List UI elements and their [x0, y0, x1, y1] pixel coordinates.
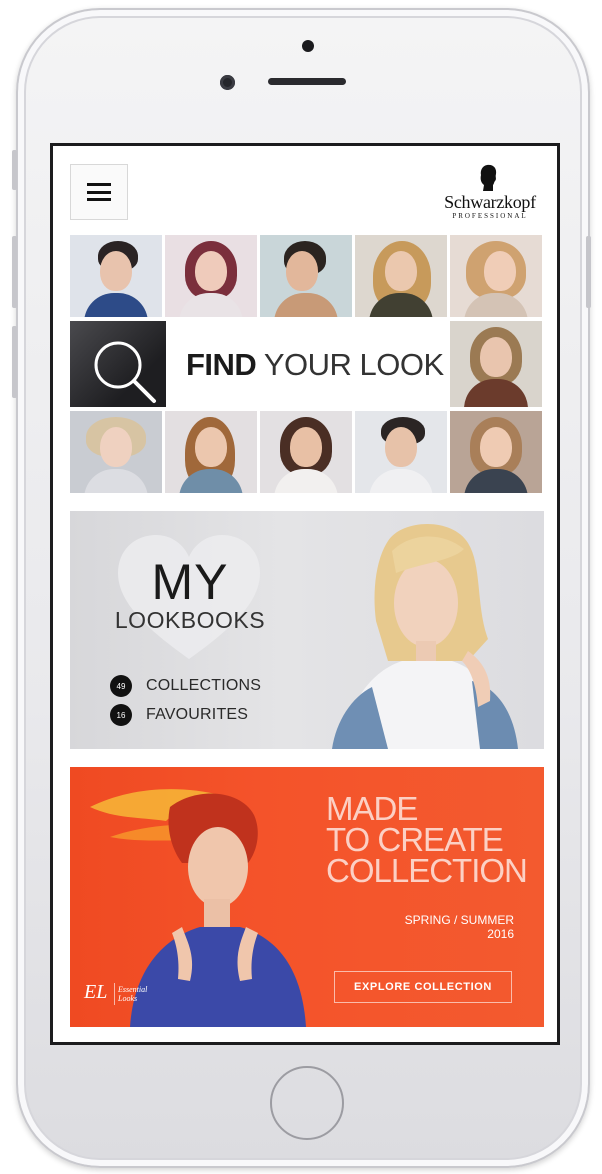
find-your-look-banner[interactable]: FIND YOUR LOOK	[70, 321, 446, 407]
look-tile[interactable]	[260, 235, 352, 317]
explore-collection-button[interactable]: EXPLORE COLLECTION	[334, 971, 512, 1003]
logo-text-line-2: Looks	[118, 994, 138, 1003]
favourites-count-badge: 16	[110, 704, 132, 726]
find-your-look-grid: FIND YOUR LOOK	[70, 235, 544, 493]
app-header: Schwarzkopf PROFESSIONAL	[53, 146, 557, 234]
magnifier-icon	[94, 341, 156, 403]
my-lookbooks-card[interactable]: MY LOOKBOOKS 49 COLLECTIONS 16 FAVOURITE…	[70, 511, 544, 749]
earpiece-speaker	[268, 78, 346, 85]
favourites-label: FAVOURITES	[146, 706, 249, 723]
app-screen: Schwarzkopf PROFESSIONAL FIND YOUR LOOK …	[50, 143, 560, 1045]
campaign-title-line: TO CREATE	[326, 821, 504, 858]
look-tile[interactable]	[260, 411, 352, 493]
look-tile[interactable]	[355, 235, 447, 317]
season-line-2: 2016	[487, 927, 514, 941]
home-button[interactable]	[270, 1066, 344, 1140]
collections-label: COLLECTIONS	[146, 677, 262, 694]
lookbooks-title-main: MY	[151, 554, 229, 610]
campaign-title-line: MADE	[326, 790, 418, 827]
essential-looks-logo: EL Essential Looks	[84, 981, 174, 1007]
find-title-bold: FIND	[186, 347, 257, 382]
find-your-look-title: FIND YOUR LOOK	[186, 347, 444, 383]
season-label: SPRING / SUMMER 2016	[405, 913, 514, 941]
mute-switch	[12, 150, 17, 190]
volume-up-button	[12, 236, 17, 308]
hamburger-menu-icon	[87, 183, 111, 201]
campaign-title: MADE TO CREATE COLLECTION	[326, 790, 536, 889]
front-camera	[220, 75, 235, 90]
brand-name: Schwarzkopf	[444, 192, 536, 212]
lookbooks-model-photo	[332, 524, 518, 749]
essential-looks-mark: EL	[84, 981, 108, 1003]
collections-count-badge: 49	[110, 675, 132, 697]
look-tile[interactable]	[70, 235, 162, 317]
essential-looks-text: Essential Looks	[118, 985, 147, 1003]
look-tile[interactable]	[450, 235, 542, 317]
menu-button[interactable]	[70, 164, 128, 220]
volume-down-button	[12, 326, 17, 398]
collections-link[interactable]: 49 COLLECTIONS	[110, 675, 261, 697]
logo-divider	[114, 983, 115, 1005]
look-tile[interactable]	[165, 235, 257, 317]
look-tile[interactable]	[165, 411, 257, 493]
find-title-light: YOUR LOOK	[256, 347, 444, 382]
look-tile[interactable]	[355, 411, 447, 493]
brand-subtitle: PROFESSIONAL	[452, 212, 528, 220]
look-tile[interactable]	[70, 411, 162, 493]
logo-text-line-1: Essential	[118, 985, 148, 994]
favourites-link[interactable]: 16 FAVOURITES	[110, 704, 248, 726]
look-tile[interactable]	[450, 321, 542, 407]
proximity-sensor	[302, 40, 314, 52]
power-button	[586, 236, 591, 308]
campaign-banner[interactable]: MADE TO CREATE COLLECTION SPRING / SUMME…	[70, 767, 544, 1027]
look-tile[interactable]	[450, 411, 542, 493]
silhouette-head-icon	[480, 164, 497, 191]
campaign-title-line: COLLECTION	[326, 852, 528, 889]
brand-logo[interactable]: Schwarzkopf PROFESSIONAL	[435, 164, 545, 224]
lookbooks-title-sub: LOOKBOOKS	[114, 607, 266, 633]
season-line-1: SPRING / SUMMER	[404, 913, 514, 927]
